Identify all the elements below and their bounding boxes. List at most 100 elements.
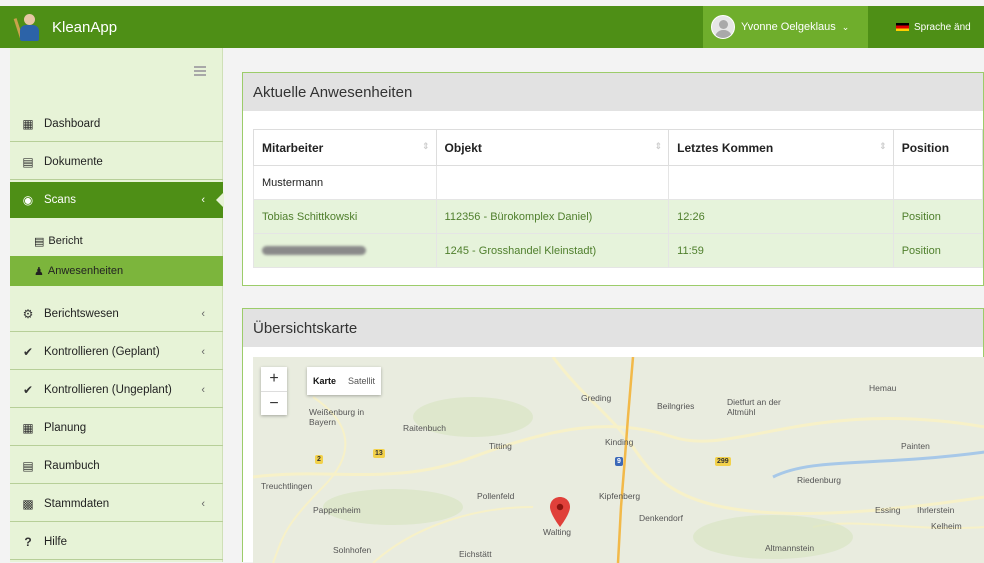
chevron-left-icon: ‹	[201, 383, 205, 396]
map-place-label: Eichstätt	[459, 549, 492, 559]
user-name: Yvonne Oelgeklaus	[741, 21, 836, 33]
sort-icon: ⇕	[421, 141, 430, 151]
sidebar-item-label: Kontrollieren (Geplant)	[44, 345, 160, 358]
map-type-control: Karte Satellit	[307, 367, 382, 395]
sort-icon: ⇕	[879, 141, 887, 151]
german-flag-icon	[896, 23, 909, 31]
table-row: Mustermann	[253, 165, 984, 200]
map-place-label: Kelheim	[931, 521, 962, 531]
check-icon: ✔	[22, 382, 34, 397]
column-header-letztes-kommen[interactable]: Letztes Kommen ⇕	[668, 129, 894, 166]
chevron-left-icon: ‹	[201, 307, 205, 320]
check-icon: ✔	[22, 344, 34, 359]
sidebar-item-label: Planung	[44, 421, 87, 434]
map-place-label: Painten	[901, 441, 930, 451]
sidebar-subitem-anwesenheiten[interactable]: ♟ Anwesenheiten	[10, 256, 223, 286]
sidebar: ▦ Dashboard ▤ Dokumente ◉ Scans ‹ ▤ Beri…	[10, 48, 224, 562]
cell-objekt	[435, 165, 670, 200]
map-place-label: Kipfenberg	[599, 491, 641, 501]
overview-map[interactable]: + − Karte Satellit Weißenburg in Bayern …	[253, 357, 984, 563]
column-header-position[interactable]: Position	[892, 129, 984, 166]
map-place-label: Essing	[875, 505, 901, 515]
chevron-left-icon: ‹	[201, 194, 205, 206]
users-icon: ♟	[34, 265, 44, 278]
redacted-name	[262, 246, 366, 256]
map-place-label: Greding	[581, 393, 612, 403]
cell-kommen: 11:59	[668, 233, 894, 268]
map-place-label: Kinding	[605, 437, 634, 447]
map-place-label: Altmannstein	[765, 543, 815, 553]
language-label: Sprache änd	[914, 21, 971, 33]
calendar-icon: ▦	[22, 420, 34, 435]
map-place-label: Titting	[489, 441, 512, 451]
map-type-karte[interactable]: Karte	[307, 367, 342, 395]
question-icon: ?	[24, 534, 32, 549]
menu-toggle-icon[interactable]	[194, 66, 206, 78]
cleaner-logo-icon	[13, 12, 42, 42]
sidebar-item-raumbuch[interactable]: ▤ Raumbuch	[10, 448, 223, 484]
sidebar-item-berichtswesen[interactable]: ⚙ Berichtswesen ‹	[10, 296, 223, 332]
cell-kommen: 12:26	[668, 199, 894, 234]
map-marker-icon[interactable]	[550, 497, 570, 527]
sidebar-item-label: Hilfe	[44, 535, 68, 548]
scan-icon: ◉	[22, 193, 34, 207]
sidebar-item-label: Berichtswesen	[44, 307, 119, 320]
cell-position	[892, 165, 984, 200]
sidebar-item-label: Raumbuch	[44, 459, 100, 472]
column-header-objekt[interactable]: Objekt ⇕	[435, 129, 670, 166]
sidebar-item-scans[interactable]: ◉ Scans ‹	[10, 182, 224, 218]
sidebar-item-dashboard[interactable]: ▦ Dashboard	[10, 106, 223, 142]
sidebar-item-label: Stammdaten	[44, 497, 110, 510]
road-shield: 2	[315, 455, 323, 464]
document-icon: ▤	[22, 154, 34, 169]
chevron-down-icon: ⌄	[841, 21, 850, 32]
cell-kommen	[668, 165, 894, 200]
map-place-label: Pollenfeld	[477, 491, 515, 501]
presence-table: Mitarbeiter ⇕ Objekt ⇕ Letztes Kommen ⇕ Pos…	[253, 129, 984, 268]
sidebar-item-hilfe[interactable]: ? Hilfe	[10, 524, 223, 560]
road-shield: 299	[715, 457, 731, 466]
sidebar-item-dokumente[interactable]: ▤ Dokumente	[10, 144, 223, 180]
user-avatar-icon	[711, 15, 735, 39]
map-place-label: Ihrlerstein	[917, 505, 955, 515]
zoom-out-button[interactable]: −	[261, 391, 287, 415]
presence-panel: Aktuelle Anwesenheiten Mitarbeiter ⇕ Obje…	[242, 72, 984, 286]
sidebar-item-stammdaten[interactable]: ▩ Stammdaten ‹	[10, 486, 223, 522]
cell-objekt: 1245 - Grosshandel Kleinstadt)	[435, 233, 670, 268]
map-place-label: Dietfurt an der Altmühl	[727, 397, 781, 417]
cell-mitarbeiter: Tobias Schittkowski	[253, 199, 437, 234]
chevron-left-icon: ‹	[201, 345, 205, 358]
panel-title: Übersichtskarte	[243, 309, 983, 347]
table-icon: ▤	[34, 235, 45, 248]
map-place-label: Hemau	[869, 383, 897, 393]
table-row: Tobias Schittkowski 112356 - Bürokomplex…	[253, 199, 984, 234]
brand[interactable]: KleanApp	[10, 6, 210, 48]
sidebar-item-planung[interactable]: ▦ Planung	[10, 410, 223, 446]
sidebar-item-label: Dashboard	[44, 117, 101, 130]
zoom-in-button[interactable]: +	[261, 367, 287, 391]
position-link[interactable]: Position	[892, 233, 984, 268]
chevron-left-icon: ‹	[201, 497, 205, 510]
map-panel: Übersichtskarte + − Karte Satellit Weiße…	[242, 308, 984, 563]
sidebar-item-kontrollieren-geplant[interactable]: ✔ Kontrollieren (Geplant) ‹	[10, 334, 223, 370]
map-place-label: Pappenheim	[313, 505, 361, 515]
cell-objekt: 112356 - Bürokomplex Daniel)	[435, 199, 670, 234]
cogs-icon: ⚙	[22, 306, 34, 321]
table-header-row: Mitarbeiter ⇕ Objekt ⇕ Letztes Kommen ⇕ Pos…	[253, 129, 984, 166]
map-type-satellit[interactable]: Satellit	[342, 367, 381, 395]
user-menu[interactable]: Yvonne Oelgeklaus ⌄	[703, 6, 868, 48]
column-header-mitarbeiter[interactable]: Mitarbeiter ⇕	[253, 129, 437, 166]
app-title: KleanApp	[52, 18, 118, 36]
sidebar-item-kontrollieren-ungeplant[interactable]: ✔ Kontrollieren (Ungeplant) ‹	[10, 372, 223, 408]
panel-title: Aktuelle Anwesenheiten	[243, 73, 983, 111]
book-icon: ▤	[22, 458, 34, 473]
sidebar-subitem-bericht[interactable]: ▤ Bericht	[10, 226, 223, 256]
position-link[interactable]: Position	[892, 199, 984, 234]
motorway-shield: 9	[615, 457, 623, 466]
map-place-label: Walting	[543, 527, 572, 537]
map-place-label: Solnhofen	[333, 545, 372, 555]
language-switcher[interactable]: Sprache änd	[872, 6, 984, 48]
map-place-label: Beilngries	[657, 401, 695, 411]
map-place-label: Treuchtlingen	[261, 481, 313, 491]
clipboard-icon: ▩	[22, 496, 34, 511]
